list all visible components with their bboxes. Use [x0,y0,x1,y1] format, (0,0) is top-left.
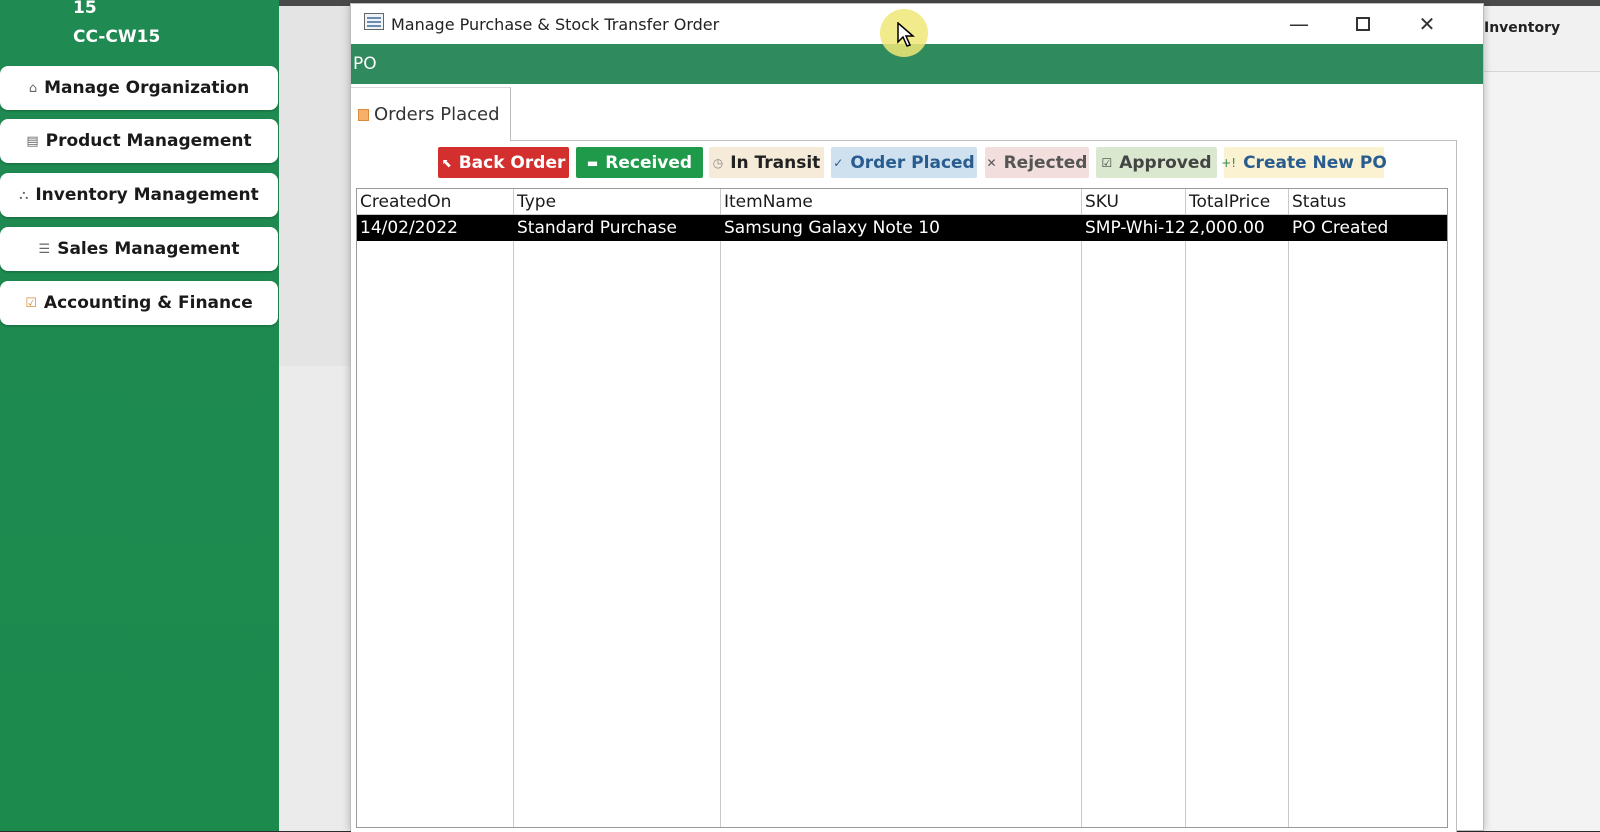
column-divider[interactable] [513,189,514,827]
column-divider[interactable] [720,189,721,827]
create-new-po-button[interactable]: +! Create New PO [1221,147,1387,178]
org-code-top: 15 [73,0,97,18]
background-right-panel [1484,72,1600,831]
sidebar-item-sales-management[interactable]: ☰ Sales Management [0,227,278,271]
received-label: Received [605,152,693,173]
sidebar-item-accounting-finance[interactable]: ☑ Accounting & Finance [0,281,278,325]
cell-sku: SMP-Whi-12 [1085,218,1185,238]
list-icon: ▤ [26,133,39,149]
column-header-type[interactable]: Type [514,189,720,215]
minimize-icon: — [1289,12,1309,36]
rejected-button[interactable]: ✕ Rejected [985,147,1089,178]
order-placed-button[interactable]: ✓ Order Placed [831,147,977,178]
background-inventory-label: Inventory [1484,20,1561,36]
maximize-icon [1356,17,1370,31]
back-order-label: Back Order [458,152,566,173]
column-header-totalprice[interactable]: TotalPrice [1186,189,1288,215]
column-header-createdon[interactable]: CreatedOn [357,189,513,215]
create-new-po-label: Create New PO [1243,152,1387,173]
org-code: CC-CW15 [73,27,161,47]
tab-label: Orders Placed [374,104,500,125]
received-icon: ▬ [586,155,599,170]
sidebar-item-label: Accounting & Finance [43,293,253,313]
sidebar-item-manage-organization[interactable]: ⌂ Manage Organization [0,66,278,110]
column-header-sku[interactable]: SKU [1082,189,1185,215]
order-placed-label: Order Placed [850,152,975,173]
sidebar-item-label: Sales Management [57,239,240,259]
x-icon: ✕ [986,155,997,170]
checkbox-icon: ☑ [1101,155,1113,170]
in-transit-button[interactable]: ◷ In Transit [709,147,824,178]
column-divider[interactable] [1185,189,1186,827]
column-header-status[interactable]: Status [1289,189,1447,215]
boxes-icon: ⛬ [19,187,29,203]
clipboard-icon: ☑ [25,295,37,311]
cell-totalprice: 2,000.00 [1189,218,1265,238]
sidebar-item-label: Manage Organization [44,78,250,98]
orders-grid[interactable]: CreatedOn Type ItemName SKU TotalPrice S… [356,188,1448,828]
close-button[interactable]: ✕ [1407,10,1447,38]
grid-header: CreatedOn Type ItemName SKU TotalPrice S… [357,189,1447,215]
sidebar-item-inventory-management[interactable]: ⛬ Inventory Management [0,173,278,217]
cell-status: PO Created [1292,218,1389,238]
table-row[interactable]: 14/02/2022 Standard Purchase Samsung Gal… [357,215,1447,241]
close-icon: ✕ [1418,12,1436,36]
sidebar: 15 CC-CW15 ⌂ Manage Organization ▤ Produ… [0,0,279,831]
cell-itemname: Samsung Galaxy Note 10 [724,218,940,238]
add-icon: +! [1221,155,1237,170]
check-icon: ✓ [833,155,844,170]
approved-button[interactable]: ☑ Approved [1096,147,1217,178]
home-icon: ⌂ [28,80,38,96]
sidebar-item-label: Inventory Management [35,185,259,205]
window-title: Manage Purchase & Stock Transfer Order [391,15,720,34]
purchase-order-dialog: Manage Purchase & Stock Transfer Order —… [350,3,1484,832]
section-label: PO [353,54,377,74]
cell-type: Standard Purchase [517,218,677,238]
clock-icon: ◷ [712,155,724,170]
document-icon: ☰ [38,241,51,257]
sidebar-item-label: Product Management [45,131,252,151]
sidebar-item-product-management[interactable]: ▤ Product Management [0,119,278,163]
in-transit-label: In Transit [730,152,821,173]
back-order-button[interactable]: ⬉ Back Order [438,147,569,178]
received-button[interactable]: ▬ Received [576,147,703,178]
window-icon [364,13,384,30]
rejected-label: Rejected [1003,152,1088,173]
tab-orders-placed[interactable]: Orders Placed [351,87,511,141]
minimize-button[interactable]: — [1279,10,1319,38]
maximize-button[interactable] [1343,10,1383,38]
orders-icon [358,108,369,121]
back-order-icon: ⬉ [441,155,452,170]
column-divider[interactable] [1081,189,1082,827]
column-divider[interactable] [1288,189,1289,827]
column-header-itemname[interactable]: ItemName [721,189,1081,215]
cell-createdon: 14/02/2022 [360,218,458,238]
approved-label: Approved [1119,152,1212,173]
background-panel [279,6,350,366]
background-header [1484,6,1600,72]
